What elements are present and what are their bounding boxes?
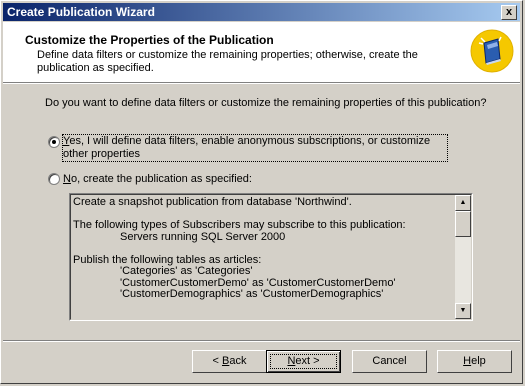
summary-line: Servers running SQL Server 2000 [120, 230, 286, 243]
option-create-text: o, create the publication as specified: [70, 173, 252, 185]
option-customize-radio[interactable] [48, 136, 60, 148]
arrow-up-icon: ▲ [459, 199, 467, 206]
summary-line: Create a snapshot publication from datab… [73, 196, 352, 208]
summary-line: 'Categories' as 'Categories' [120, 265, 253, 277]
header-divider [3, 82, 520, 84]
footer-divider [3, 340, 520, 342]
option-customize-label[interactable]: Yes, I will define data filters, enable … [62, 134, 448, 162]
window-title: Create Publication Wizard [7, 5, 155, 19]
next-button[interactable]: Next > [266, 350, 341, 373]
publication-summary-box[interactable]: Create a snapshot publication from datab… [69, 193, 473, 321]
question-text: Do you want to define data filters or cu… [45, 97, 487, 109]
summary-line: The following types of Subscribers may s… [73, 219, 406, 231]
cancel-button[interactable]: Cancel [352, 350, 427, 373]
close-icon: x [505, 6, 513, 18]
publication-book-icon [470, 29, 514, 73]
publication-summary-text: Create a snapshot publication from datab… [73, 196, 453, 301]
wizard-header: Customize the Properties of the Publicat… [3, 22, 520, 82]
option-customize-text: es, I will define data filters, enable a… [63, 135, 431, 160]
page-title: Customize the Properties of the Publicat… [25, 33, 274, 47]
help-label: elp [471, 355, 486, 367]
wizard-window: Create Publication Wizard x Customize th… [0, 0, 523, 384]
scroll-up-button[interactable]: ▲ [455, 195, 471, 211]
summary-line: 'CustomerDemographics' as 'CustomerDemog… [120, 288, 384, 300]
scroll-down-button[interactable]: ▼ [455, 303, 471, 319]
help-accel: H [463, 355, 472, 367]
option-create-accel: N [63, 173, 71, 185]
back-arrow-text: < [212, 355, 222, 367]
option-create-label[interactable]: No, create the publication as specified: [63, 173, 252, 185]
option-create-radio[interactable] [48, 173, 60, 185]
page-description: Define data filters or customize the rem… [37, 49, 418, 74]
title-bar[interactable]: Create Publication Wizard x [3, 3, 520, 21]
vertical-scrollbar[interactable]: ▲ ▼ [455, 195, 471, 319]
summary-line [73, 243, 453, 255]
arrow-down-icon: ▼ [459, 307, 467, 314]
close-button[interactable]: x [501, 5, 517, 20]
back-button[interactable]: < Back [192, 350, 267, 373]
scroll-thumb[interactable] [455, 211, 471, 237]
back-label: ack [229, 355, 247, 367]
help-button[interactable]: Help [437, 350, 512, 373]
